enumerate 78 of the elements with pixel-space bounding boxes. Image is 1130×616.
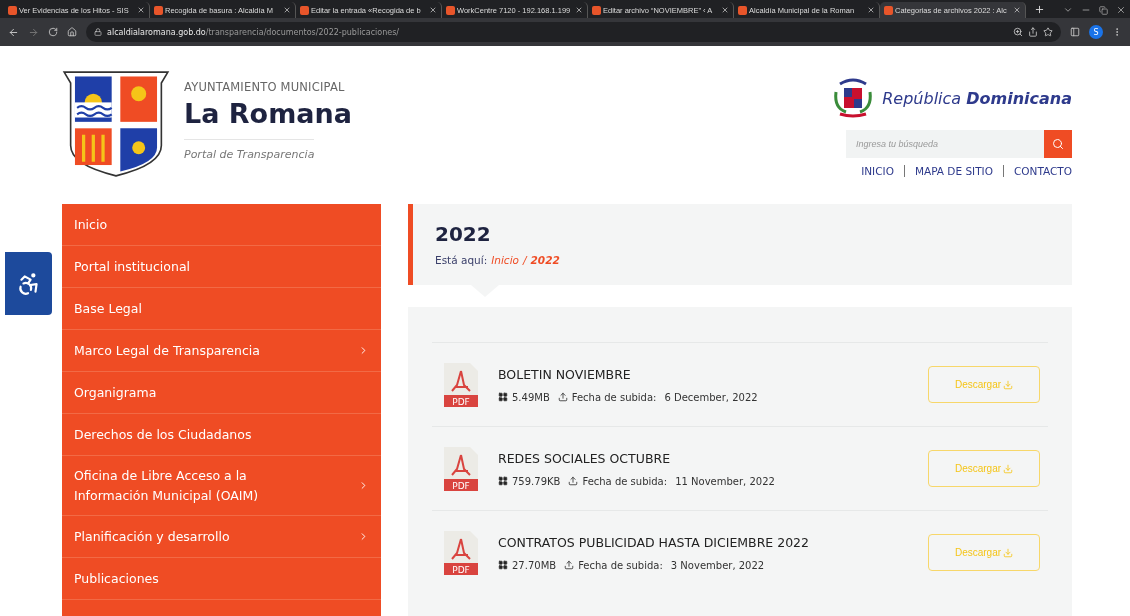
favicon-icon (738, 5, 747, 15)
close-icon[interactable] (721, 6, 729, 14)
pdf-file-icon: PDF (444, 446, 478, 491)
sidebar-item[interactable]: Organigrama (62, 372, 381, 414)
lock-icon (94, 28, 102, 36)
favicon-icon (592, 5, 601, 15)
close-icon[interactable] (575, 6, 583, 14)
download-icon (1003, 463, 1014, 474)
favicon-icon (300, 5, 309, 15)
document-title: CONTRATOS PUBLICIDAD HASTA DICIEMBRE 2022 (498, 534, 810, 550)
site-overline: AYUNTAMIENTO MUNICIPAL (184, 80, 346, 94)
republic-name: República Dominicana (882, 88, 1072, 108)
sidebar-item[interactable]: Derechos de los Ciudadanos (62, 414, 381, 456)
sidebar-item[interactable]: Portal institucional (62, 246, 381, 288)
side-panel-icon[interactable] (1070, 27, 1080, 37)
pdf-file-icon: PDF (444, 530, 478, 575)
sidebar-item[interactable]: Inicio (62, 204, 381, 246)
nav-link[interactable]: MAPA DE SITIO (914, 165, 993, 177)
breadcrumb-current: 2022 (530, 254, 560, 266)
breadcrumb-label: Está aquí: (435, 254, 488, 266)
nav-link[interactable]: CONTACTO (1013, 165, 1072, 177)
site-subtitle: Portal de Transparencia (184, 148, 316, 161)
nav-link[interactable]: INICIO (861, 165, 894, 177)
accessibility-button[interactable] (5, 252, 52, 315)
upload-icon (568, 476, 579, 486)
breadcrumb-separator: / (523, 254, 527, 266)
sidebar-item[interactable]: Planificación y desarrollo (62, 516, 381, 558)
grid-icon (498, 476, 508, 486)
back-icon[interactable] (8, 26, 19, 38)
upload-date: 3 November, 2022 (670, 559, 765, 571)
file-size: 27.70MB (512, 559, 557, 571)
grid-icon (498, 560, 508, 570)
sidebar-item[interactable]: Marco Legal de Transparencia (62, 330, 381, 372)
address-bar[interactable]: alcaldialaromana.gob.do/transparencia/documentos/2022-publicaciones/ (86, 22, 1061, 42)
close-icon[interactable] (429, 6, 437, 14)
document-title: BOLETIN NOVIEMBRE (498, 366, 632, 382)
upload-date: 11 November, 2022 (675, 475, 775, 487)
new-tab-icon[interactable] (1034, 4, 1045, 15)
sidebar-item[interactable]: Oficina de Libre Acceso a la Información Municipal (OAIM) (62, 456, 381, 516)
sidebar-item[interactable]: Base Legal (62, 288, 381, 330)
zoom-icon[interactable] (1013, 27, 1023, 37)
close-icon[interactable] (1116, 5, 1126, 15)
file-size: 5.49MB (512, 391, 550, 403)
favicon-icon (446, 5, 455, 15)
close-icon[interactable] (283, 6, 291, 14)
profile-avatar[interactable]: S (1089, 25, 1103, 39)
upload-icon (564, 560, 575, 570)
chevron-down-icon[interactable] (1063, 5, 1073, 15)
close-icon[interactable] (867, 6, 875, 14)
page-title: 2022 (435, 222, 492, 246)
grid-icon (498, 392, 508, 402)
site-title: La Romana (184, 98, 352, 129)
close-icon[interactable] (137, 6, 145, 14)
favicon-icon (154, 5, 163, 15)
forward-icon[interactable] (28, 26, 39, 38)
restore-icon[interactable] (1099, 6, 1108, 15)
favicon-icon (884, 5, 893, 15)
download-icon (1003, 379, 1014, 390)
reload-icon[interactable] (48, 27, 58, 37)
star-icon[interactable] (1043, 27, 1053, 37)
download-icon (1003, 547, 1014, 558)
upload-date: 6 December, 2022 (664, 391, 758, 403)
search-icon (1052, 138, 1064, 150)
upload-date-label: Fecha de subida: (578, 559, 663, 571)
file-size: 759.79KB (512, 475, 561, 487)
document-title: REDES SOCIALES OCTUBRE (498, 450, 672, 466)
breadcrumb-link[interactable]: Inicio (491, 254, 519, 266)
national-emblem-icon (832, 78, 875, 118)
upload-icon (557, 392, 568, 402)
sidebar-item[interactable]: Publicaciones (62, 558, 381, 600)
search-field[interactable]: Ingresa tu búsqueda (846, 130, 1044, 158)
favicon-icon (8, 5, 17, 15)
share-icon[interactable] (1028, 27, 1038, 37)
home-icon[interactable] (67, 27, 77, 37)
upload-date-label: Fecha de subida: (571, 391, 657, 403)
upload-date-label: Fecha de subida: (582, 475, 668, 487)
pdf-file-icon: PDF (444, 362, 478, 407)
close-icon[interactable] (1013, 6, 1021, 14)
